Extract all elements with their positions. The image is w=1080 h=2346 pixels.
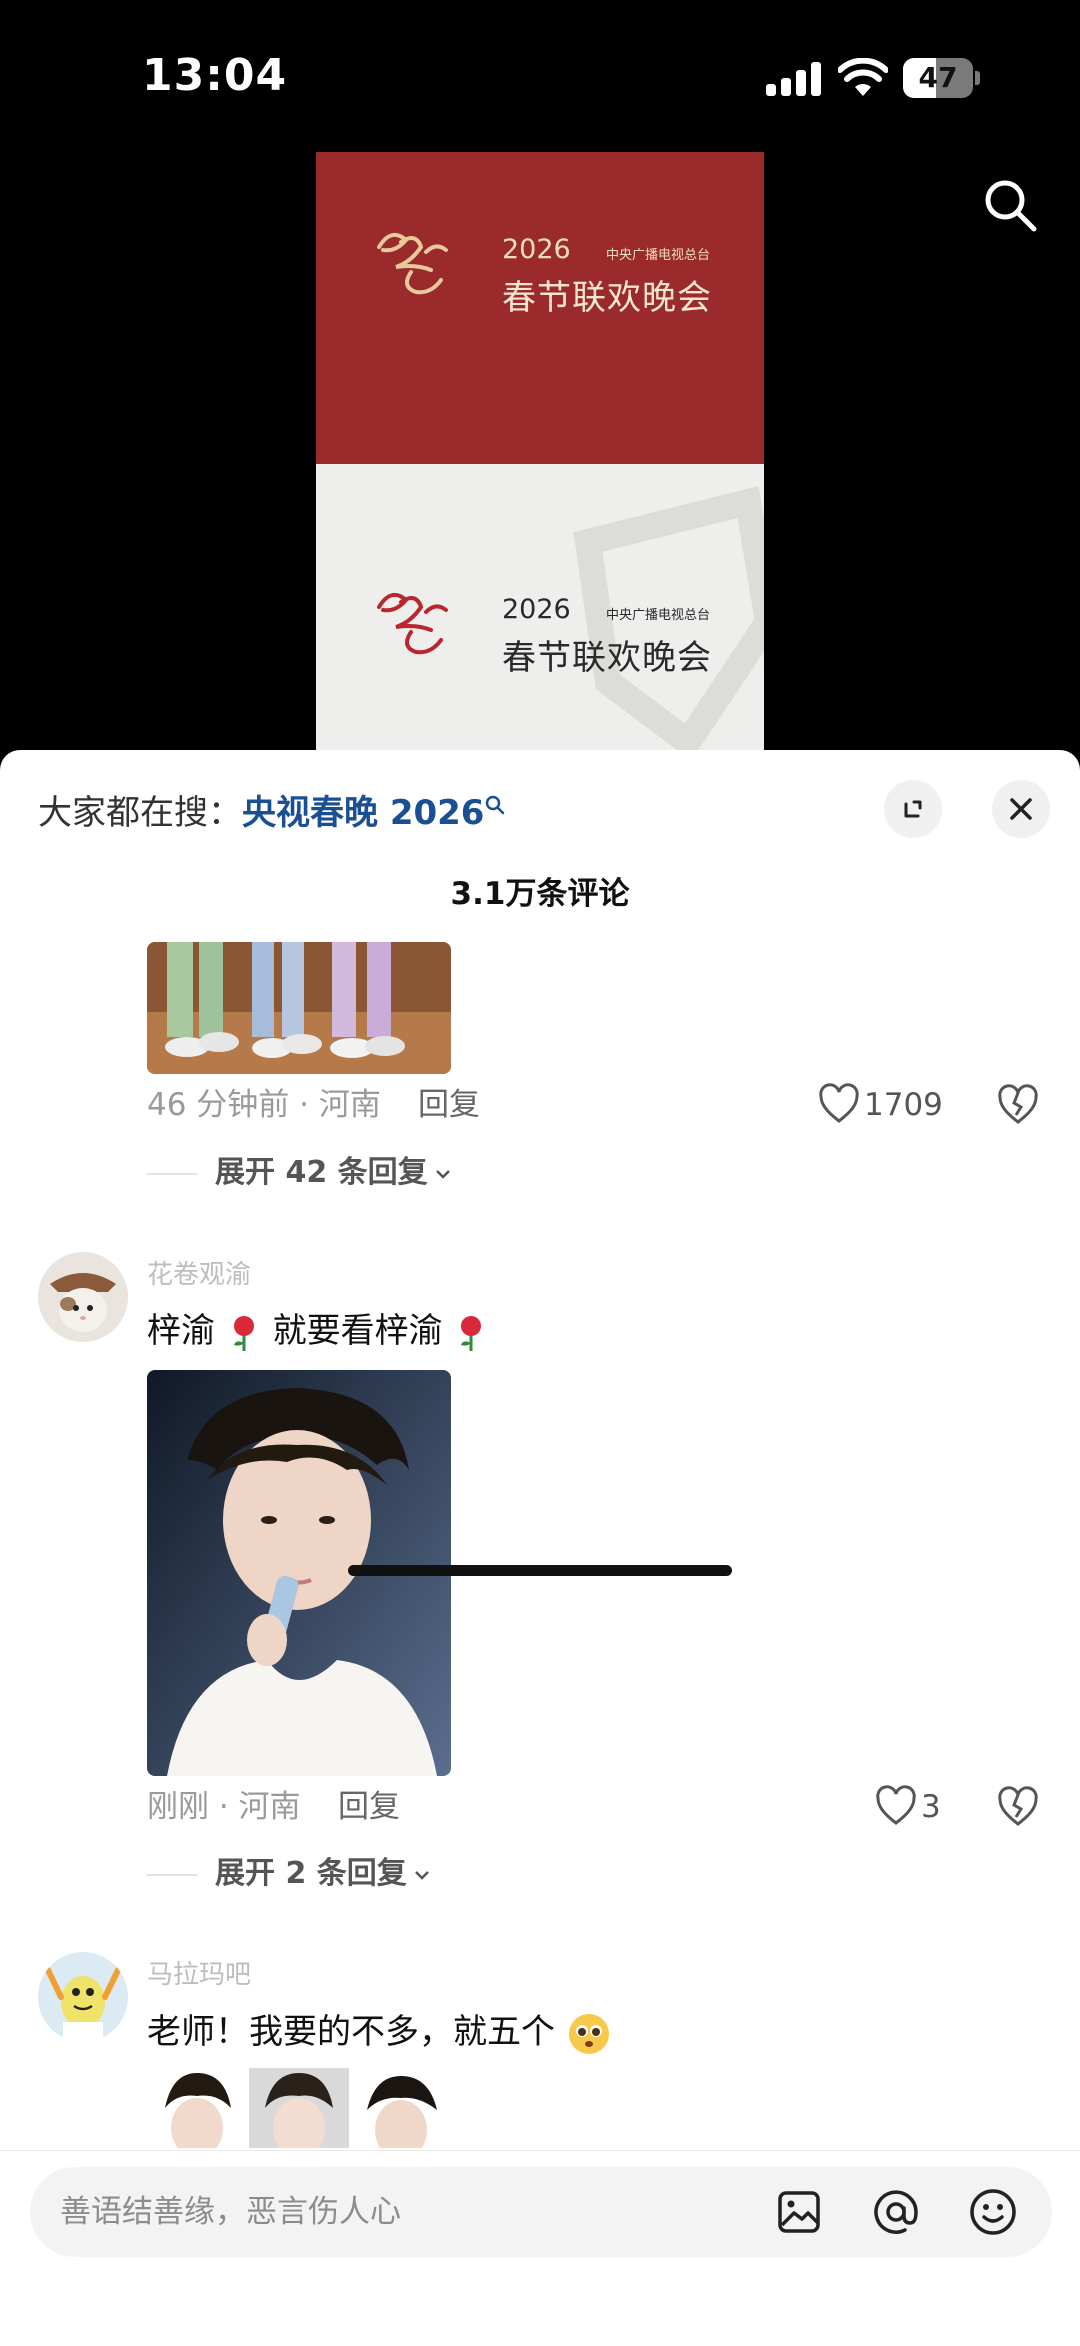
emoji-icon[interactable]: [964, 2183, 1022, 2241]
like-button[interactable]: 3: [875, 1785, 955, 1829]
comment-count-title: 3.1万条评论: [450, 876, 630, 912]
like-button[interactable]: 1709: [818, 1083, 948, 1127]
avatar[interactable]: [38, 1252, 128, 1342]
pleading-face-emoji-icon: [568, 2013, 609, 2054]
poster-event-title: 春节联欢晚会: [502, 278, 712, 318]
gala-emblem-icon: [377, 232, 448, 295]
comment-text: 老师！我要的不多，就五个: [147, 2008, 612, 2056]
reply-button[interactable]: 回复: [418, 1085, 480, 1125]
comment-meta: 刚刚 · 河南: [147, 1789, 301, 1825]
battery-icon: 47: [903, 58, 980, 98]
comment-input-bar: 善语结善缘，恶言伤人心: [0, 2150, 1080, 2346]
post-image[interactable]: 2026 中央广播电视总台 春节联欢晚会 2026 中央广播电视总台 春节联欢晚…: [316, 152, 764, 757]
cat-avatar-image: [38, 1252, 128, 1342]
comment-image-content: [147, 942, 451, 1074]
comment-image[interactable]: [147, 942, 451, 1074]
expand-divider: [147, 1874, 197, 1876]
poster-year-2: 2026: [502, 594, 571, 625]
heart-icon: [876, 1785, 916, 1825]
reply-button[interactable]: 回复: [338, 1787, 400, 1827]
comment-text-content: 老师！我要的不多，就五个: [147, 2012, 555, 2052]
comment-text-part2: 就要看梓渝: [272, 1311, 443, 1351]
poster-organization: 中央广播电视总台: [606, 248, 711, 263]
cartoon-avatar-image: [38, 1952, 128, 2042]
cellular-signal-icon: [766, 62, 822, 96]
expand-replies-button[interactable]: 展开 2 条回复: [215, 1854, 431, 1894]
comment-meta: 46 分钟前 · 河南: [147, 1087, 381, 1123]
chevron-down-icon: [414, 1870, 429, 1880]
expand-icon: [904, 800, 922, 818]
comments-sheet: 大家都在搜：央视春晚 2026 3.1万条评论 46 分钟前 · 河南 回复 1…: [0, 750, 1080, 2346]
trending-keyword[interactable]: 央视春晚 2026: [242, 793, 484, 833]
rose-icon: [461, 1315, 482, 1351]
rose-icon: [233, 1315, 254, 1351]
photo-grid-content: [147, 2068, 451, 2148]
comment-text-part1: 梓渝: [147, 1311, 215, 1351]
expand-replies-button[interactable]: 展开 42 条回复: [215, 1153, 452, 1193]
trending-search[interactable]: 大家都在搜：央视春晚 2026: [38, 788, 506, 838]
expand-divider: [147, 1173, 197, 1175]
poster-year: 2026: [502, 234, 571, 265]
search-icon[interactable]: [980, 175, 1040, 235]
at-icon[interactable]: [867, 2183, 925, 2241]
close-sheet-button[interactable]: [992, 780, 1050, 838]
chevron-down-icon: [435, 1169, 450, 1179]
like-count: 3: [921, 1789, 941, 1825]
image-icon[interactable]: [770, 2183, 828, 2241]
wifi-icon: [838, 58, 888, 96]
gala-emblem-icon-red: [377, 592, 448, 655]
comment-image-grid[interactable]: [147, 2068, 451, 2148]
heart-icon: [819, 1083, 859, 1123]
dislike-icon[interactable]: [996, 1083, 1040, 1127]
comment-username[interactable]: 马拉玛吧: [147, 1957, 251, 1993]
comment-text: 梓渝 就要看梓渝: [147, 1307, 489, 1355]
status-bar: 13:04 47: [0, 0, 1080, 150]
close-icon: [1010, 798, 1032, 820]
comment-username[interactable]: 花卷观渝: [147, 1257, 251, 1293]
expand-sheet-button[interactable]: [884, 780, 942, 838]
avatar[interactable]: [38, 1952, 128, 2042]
comment-input-placeholder: 善语结善缘，恶言伤人心: [60, 2194, 401, 2230]
status-time: 13:04: [142, 50, 288, 101]
dislike-icon[interactable]: [996, 1785, 1040, 1829]
comment-input[interactable]: 善语结善缘，恶言伤人心: [30, 2167, 1052, 2257]
poster-white-panel: 2026 中央广播电视总台 春节联欢晚会: [316, 464, 764, 757]
poster-red-panel: 2026 中央广播电视总台 春节联欢晚会: [316, 152, 764, 464]
poster-organization-2: 中央广播电视总台: [606, 608, 711, 623]
trending-label: 大家都在搜：: [38, 793, 242, 833]
search-icon: [486, 795, 505, 815]
home-indicator: [348, 1565, 732, 1576]
expand-replies-label: 展开 42 条回复: [215, 1155, 428, 1190]
battery-level: 47: [918, 61, 958, 94]
expand-replies-label: 展开 2 条回复: [215, 1856, 407, 1891]
poster-event-title-2: 春节联欢晚会: [502, 638, 712, 678]
like-count: 1709: [864, 1087, 943, 1123]
